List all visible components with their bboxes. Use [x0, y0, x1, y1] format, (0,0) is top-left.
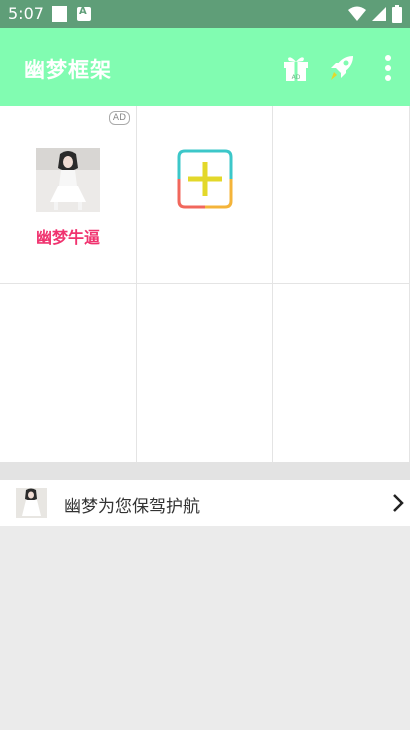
status-bar: 5:07 A [0, 0, 410, 28]
rocket-icon[interactable] [327, 53, 357, 83]
plus-icon[interactable] [173, 147, 237, 211]
signal-icon [372, 7, 386, 21]
app-title: 幽梦框架 [24, 58, 112, 82]
grid-cell-empty [0, 284, 137, 462]
status-right-icons [348, 5, 402, 23]
notification-square-icon [52, 6, 67, 22]
grid-cell-add[interactable] [137, 106, 273, 284]
guard-thumbnail [16, 488, 47, 518]
status-time: 5:07 [8, 4, 44, 23]
notification-a-icon: A [77, 6, 91, 21]
battery-icon [392, 5, 402, 23]
app-bar: 幽梦框架 AD [0, 28, 410, 106]
chevron-right-icon [393, 494, 404, 512]
app-grid: AD 幽梦牛逼 [0, 106, 410, 462]
gift-ad-icon[interactable]: AD [281, 53, 311, 83]
guard-row[interactable]: 幽梦为您保驾护航 [0, 480, 410, 526]
grid-cell-empty [137, 284, 273, 462]
guard-text: 幽梦为您保驾护航 [64, 497, 200, 517]
app-label: 幽梦牛逼 [35, 228, 100, 247]
ad-badge: AD [108, 111, 130, 125]
grid-cell-empty [273, 106, 410, 284]
grid-cell-empty [273, 284, 410, 462]
app-thumbnail [36, 148, 100, 212]
more-vert-icon[interactable] [373, 53, 403, 83]
svg-text:AD: AD [292, 74, 301, 81]
wifi-icon [348, 6, 366, 21]
grid-cell-app[interactable]: AD 幽梦牛逼 [0, 106, 137, 284]
section-divider [0, 462, 410, 480]
